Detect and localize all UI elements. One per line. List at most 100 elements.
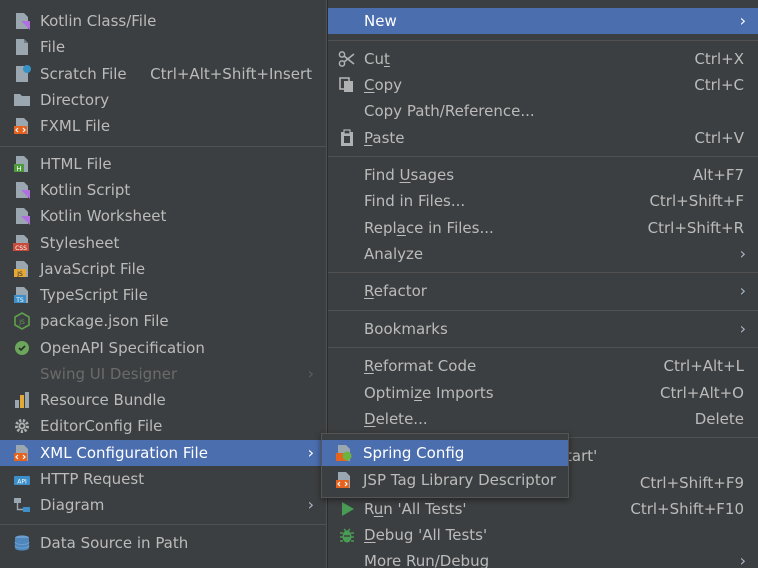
database-icon: [14, 535, 30, 551]
menu-item-swing-ui-designer: Swing UI Designer ›: [0, 361, 326, 387]
menu-item-shortcut: Ctrl+V: [694, 129, 744, 147]
javascript-file-icon: JS: [14, 261, 28, 278]
html-file-icon: H: [14, 156, 28, 173]
menu-item-find-in-files[interactable]: Find in Files... Ctrl+Shift+F: [328, 188, 758, 214]
menu-item-label: OpenAPI Specification: [40, 339, 205, 357]
diagram-icon: [14, 498, 30, 512]
menu-item-label: More Run/Debug: [364, 552, 490, 568]
menu-item-more-run-debug[interactable]: More Run/Debug ›: [328, 548, 758, 568]
run-icon: [342, 502, 354, 516]
kotlin-class-icon: [16, 13, 30, 30]
typescript-file-icon: TS: [14, 287, 28, 304]
menu-item-copy-path[interactable]: Copy Path/Reference...: [328, 98, 758, 124]
file-icon: [16, 39, 28, 55]
menu-item-editorconfig-file[interactable]: EditorConfig File: [0, 413, 326, 439]
menu-item-label: package.json File: [40, 312, 169, 330]
menu-item-reformat-code[interactable]: Reformat Code Ctrl+Alt+L: [328, 353, 758, 379]
menu-item-label: Paste: [364, 129, 405, 147]
menu-item-shortcut: Delete: [694, 410, 744, 428]
menu-item-delete[interactable]: Delete... Delete: [328, 406, 758, 432]
menu-item-label: TypeScript File: [40, 286, 148, 304]
menu-item-fxml-file[interactable]: FXML File: [0, 113, 326, 139]
menu-item-label: Replace in Files...: [364, 219, 494, 237]
menu-item-kotlin-class-file[interactable]: Kotlin Class/File: [0, 8, 326, 34]
menu-item-shortcut: Ctrl+Shift+F10: [630, 500, 744, 518]
menu-item-label: EditorConfig File: [40, 417, 163, 435]
menu-item-new[interactable]: New ›: [328, 8, 758, 34]
menu-item-xml-configuration-file[interactable]: XML Configuration File ›: [0, 440, 326, 466]
menu-item-jsp-tag-library-descriptor[interactable]: JSP Tag Library Descriptor: [322, 467, 568, 493]
menu-item-replace-in-files[interactable]: Replace in Files... Ctrl+Shift+R: [328, 215, 758, 241]
chevron-right-icon: ›: [307, 364, 314, 383]
menu-item-find-usages[interactable]: Find Usages Alt+F7: [328, 162, 758, 188]
menu-item-label: Cut: [364, 50, 390, 68]
menu-item-kotlin-script[interactable]: Kotlin Script: [0, 177, 326, 203]
menu-item-spring-config[interactable]: Spring Config: [322, 440, 568, 466]
svg-text:CSS: CSS: [15, 245, 27, 252]
menu-item-label: Find Usages: [364, 166, 455, 184]
menu-item-diagram[interactable]: Diagram ›: [0, 492, 326, 518]
fxml-file-icon: [14, 118, 28, 134]
menu-item-scratch-file[interactable]: Scratch File Ctrl+Alt+Shift+Insert: [0, 61, 326, 87]
svg-text:JS: JS: [18, 319, 25, 326]
menu-item-refactor[interactable]: Refactor ›: [328, 278, 758, 304]
menu-item-shortcut: Ctrl+Shift+R: [647, 219, 744, 237]
resource-bundle-icon: [15, 392, 29, 408]
xml-file-icon: [336, 472, 350, 488]
menu-item-resource-bundle[interactable]: Resource Bundle: [0, 387, 326, 413]
menu-item-label: HTTP Request: [40, 470, 145, 488]
nodejs-icon: JS: [14, 312, 30, 330]
scratch-file-icon: [16, 65, 31, 82]
menu-item-analyze[interactable]: Analyze ›: [328, 241, 758, 267]
menu-item-run-all-tests[interactable]: Run 'All Tests' Ctrl+Shift+F10: [328, 496, 758, 522]
menu-item-label: HTML File: [40, 155, 112, 173]
menu-item-cut[interactable]: Cut Ctrl+X: [328, 46, 758, 72]
menu-item-copy[interactable]: Copy Ctrl+C: [328, 72, 758, 98]
menu-item-label: FXML File: [40, 117, 111, 135]
menu-item-debug-all-tests[interactable]: Debug 'All Tests': [328, 522, 758, 548]
menu-item-shortcut: Alt+F7: [692, 166, 744, 184]
menu-item-http-request[interactable]: API HTTP Request: [0, 466, 326, 492]
menu-item-shortcut: Ctrl+X: [694, 50, 744, 68]
menu-item-optimize-imports[interactable]: Optimize Imports Ctrl+Alt+O: [328, 380, 758, 406]
gear-icon: [15, 419, 29, 433]
chevron-right-icon: ›: [739, 319, 746, 338]
menu-separator: [328, 156, 758, 157]
menu-separator: [0, 524, 326, 525]
menu-item-label: Kotlin Class/File: [40, 12, 157, 30]
menu-item-javascript-file[interactable]: JS JavaScript File: [0, 256, 326, 282]
menu-item-directory[interactable]: Directory: [0, 87, 326, 113]
menu-item-label: Copy: [364, 76, 403, 94]
svg-text:API: API: [17, 479, 27, 486]
menu-item-html-file[interactable]: H HTML File: [0, 151, 326, 177]
menu-item-file[interactable]: File: [0, 34, 326, 60]
menu-item-kotlin-worksheet[interactable]: Kotlin Worksheet: [0, 203, 326, 229]
menu-item-package-json[interactable]: JS package.json File: [0, 308, 326, 334]
chevron-right-icon: ›: [739, 281, 746, 300]
menu-item-label: Delete...: [364, 410, 428, 428]
menu-item-bookmarks[interactable]: Bookmarks ›: [328, 316, 758, 342]
menu-item-label: Analyze: [364, 245, 424, 263]
menu-separator: [328, 272, 758, 273]
paste-icon: [341, 129, 353, 146]
menu-item-label: Optimize Imports: [364, 384, 494, 402]
xml-configuration-submenu: Spring Config JSP Tag Library Descriptor: [321, 433, 569, 498]
menu-item-shortcut: Ctrl+Alt+O: [660, 384, 744, 402]
api-icon: API: [14, 476, 30, 486]
menu-item-stylesheet[interactable]: CSS Stylesheet: [0, 230, 326, 256]
menu-item-label: New: [364, 12, 397, 30]
menu-item-paste[interactable]: Paste Ctrl+V: [328, 125, 758, 151]
menu-item-openapi-specification[interactable]: OpenAPI Specification: [0, 335, 326, 361]
menu-item-label: Kotlin Script: [40, 181, 131, 199]
menu-item-label: XML Configuration File: [40, 444, 208, 462]
menu-item-label: Swing UI Designer: [40, 365, 178, 383]
menu-item-label: Run 'All Tests': [364, 500, 467, 518]
menu-item-label: Bookmarks: [364, 320, 448, 338]
menu-item-label: Reformat Code: [364, 357, 477, 375]
menu-item-typescript-file[interactable]: TS TypeScript File: [0, 282, 326, 308]
svg-text:JS: JS: [16, 271, 23, 278]
chevron-right-icon: ›: [739, 551, 746, 568]
chevron-right-icon: ›: [739, 11, 746, 30]
menu-item-data-source-in-path[interactable]: Data Source in Path: [0, 530, 326, 556]
menu-item-shortcut: Ctrl+C: [694, 76, 744, 94]
